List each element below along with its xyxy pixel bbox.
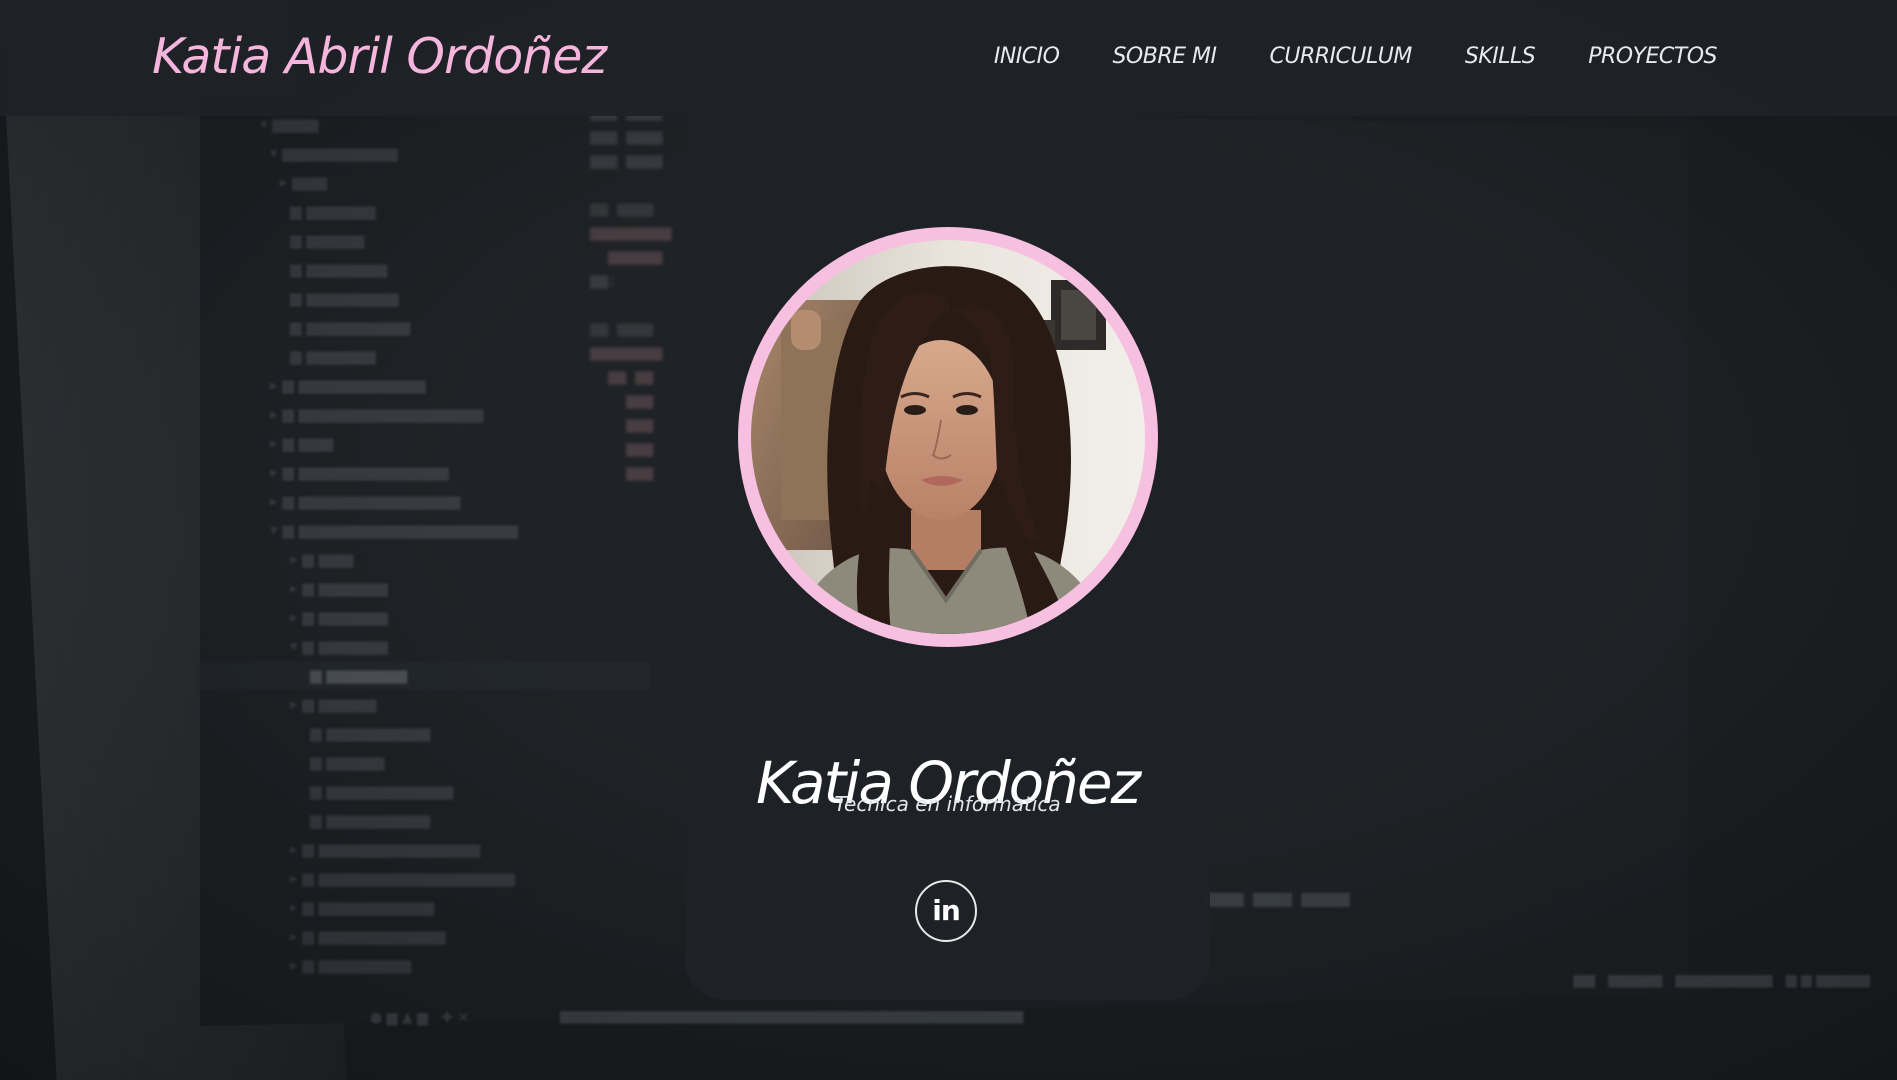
avatar-photo bbox=[751, 240, 1145, 634]
linkedin-icon: in bbox=[932, 894, 961, 927]
profile-subtitle: Tecnica en informatica bbox=[834, 792, 1061, 816]
nav-link-inicio[interactable]: INICIO bbox=[994, 44, 1060, 69]
page: ▾ ▆▆▆▆ ▾ ▆▆▆▆▆▆▆▆▆▆ ▸ ▆▆▆ ▆ ▆▆▆▆▆▆ ▆ ▆▆▆… bbox=[0, 0, 1897, 1080]
brand-logo[interactable]: Katia Abril Ordoñez bbox=[152, 28, 607, 85]
main-nav: INICIO SOBRE MI CURRICULUM SKILLS PROYEC… bbox=[941, 44, 1718, 69]
nav-link-skills[interactable]: SKILLS bbox=[1465, 44, 1536, 69]
avatar bbox=[751, 240, 1145, 634]
site-header: Katia Abril Ordoñez INICIO SOBRE MI CURR… bbox=[0, 0, 1897, 116]
avatar-ring bbox=[738, 227, 1158, 647]
linkedin-button[interactable]: in bbox=[915, 880, 977, 942]
nav-link-curriculum[interactable]: CURRICULUM bbox=[1270, 44, 1413, 69]
nav-link-proyectos[interactable]: PROYECTOS bbox=[1588, 44, 1717, 69]
nav-link-sobre-mi[interactable]: SOBRE MI bbox=[1112, 44, 1217, 69]
